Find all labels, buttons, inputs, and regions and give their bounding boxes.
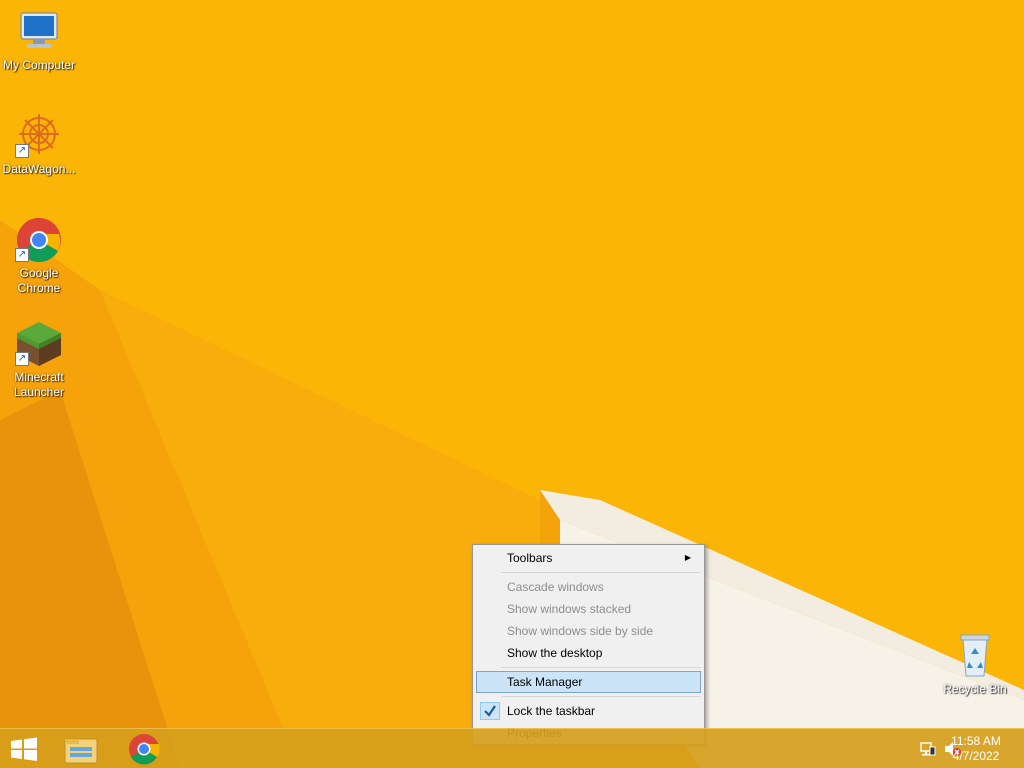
desktop-icon-google-chrome[interactable]: ↗ Google Chrome: [0, 216, 78, 296]
file-explorer-icon: [64, 738, 98, 764]
menu-item-show-desktop[interactable]: Show the desktop: [476, 642, 701, 664]
desktop-icon-my-computer[interactable]: My Computer: [0, 8, 78, 73]
checkmark-icon: [480, 702, 500, 720]
chrome-icon: [129, 734, 160, 765]
menu-separator: [501, 696, 701, 697]
datawagon-icon: ↗: [15, 112, 63, 160]
desktop[interactable]: My Computer ↗ DataWagon... ↗ Google Chro…: [0, 0, 1024, 768]
my-computer-icon: [15, 8, 63, 56]
menu-separator: [501, 572, 701, 573]
menu-item-toolbars[interactable]: Toolbars ▶: [476, 547, 701, 569]
chrome-icon: ↗: [15, 216, 63, 264]
desktop-icon-label: My Computer: [2, 58, 76, 72]
system-tray: 11:58 AM 4/7/2022: [884, 729, 1024, 768]
desktop-icon-label: Minecraft Launcher: [13, 370, 65, 399]
chrome-taskbar-button[interactable]: [116, 729, 172, 768]
desktop-icon-label: Google Chrome: [17, 266, 61, 295]
desktop-icon-recycle-bin[interactable]: Recycle Bin: [936, 632, 1014, 697]
menu-separator: [501, 667, 701, 668]
file-explorer-button[interactable]: [54, 729, 110, 768]
minecraft-icon: ↗: [15, 320, 63, 368]
desktop-icon-datawagon[interactable]: ↗ DataWagon...: [0, 112, 78, 177]
submenu-arrow-icon: ▶: [684, 553, 691, 562]
desktop-icon-minecraft-launcher[interactable]: ↗ Minecraft Launcher: [0, 320, 78, 400]
recycle-bin-icon: [951, 632, 999, 680]
shortcut-arrow-icon: ↗: [15, 248, 29, 262]
shortcut-arrow-icon: ↗: [15, 352, 29, 366]
clock-time: 11:58 AM: [951, 734, 1001, 748]
desktop-icon-label: Recycle Bin: [943, 682, 1007, 696]
desktop-icon-label: DataWagon...: [2, 162, 76, 176]
menu-item-cascade-windows: Cascade windows: [507, 580, 604, 594]
menu-item-lock-taskbar[interactable]: Lock the taskbar: [476, 700, 701, 722]
windows-logo-icon: [11, 737, 37, 761]
clock-date: 4/7/2022: [952, 749, 1000, 763]
shortcut-arrow-icon: ↗: [15, 144, 29, 158]
menu-item-show-windows-side-by-side: Show windows side by side: [507, 624, 654, 638]
menu-item-task-manager[interactable]: Task Manager: [476, 671, 701, 693]
taskbar-context-menu: Toolbars ▶ Cascade windows Show windows …: [472, 544, 705, 745]
network-icon[interactable]: [920, 741, 936, 762]
taskbar[interactable]: 11:58 AM 4/7/2022: [0, 728, 1024, 768]
menu-item-show-windows-stacked: Show windows stacked: [507, 602, 632, 616]
clock[interactable]: 11:58 AM 4/7/2022: [946, 734, 1006, 764]
start-button[interactable]: [0, 729, 48, 768]
